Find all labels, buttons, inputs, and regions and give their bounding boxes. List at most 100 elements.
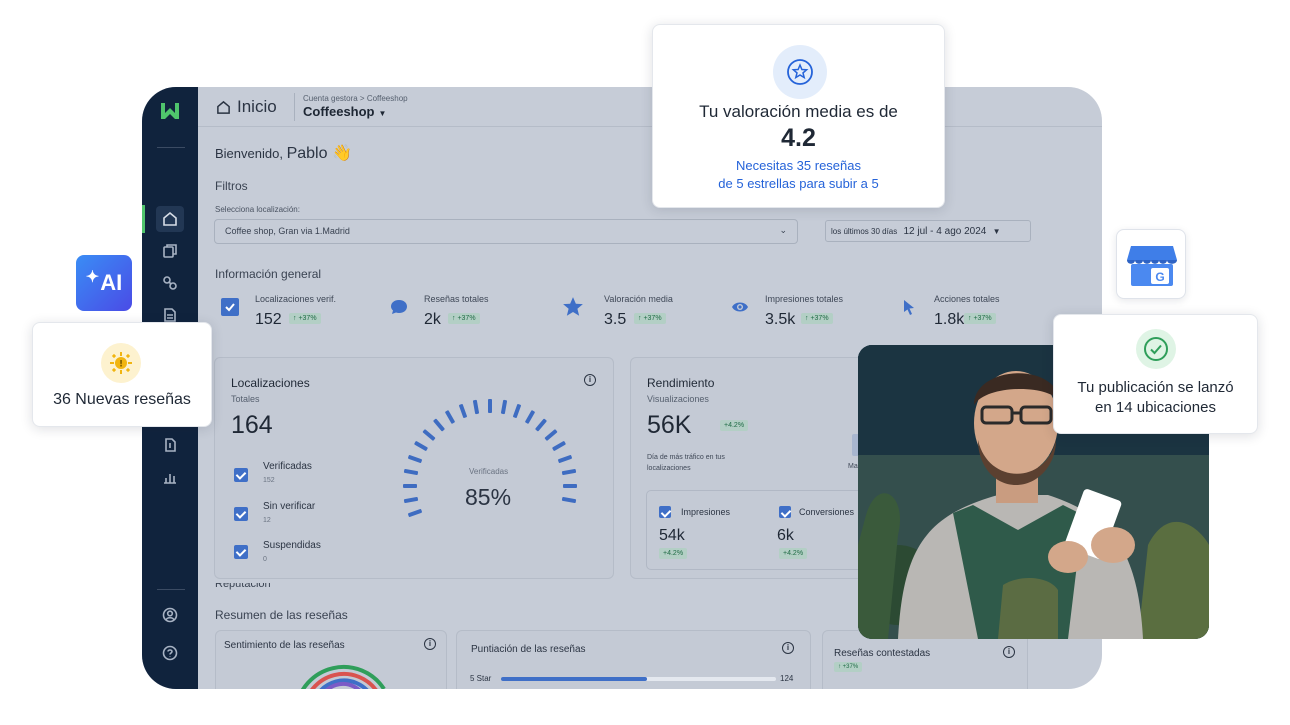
nav-link-icon[interactable] [160, 273, 180, 293]
sparkle-icon: ✦ [85, 269, 100, 286]
sentiment-card: Sentimiento de las reseñas i [215, 630, 447, 689]
metric-value: 54k [659, 527, 685, 544]
eye-icon [731, 298, 749, 316]
score-bar-track [501, 677, 776, 681]
metric-label: Impresiones [681, 507, 731, 517]
gauge-label: Verificadas [469, 467, 509, 476]
location-label: Selecciona localización: [215, 205, 300, 214]
welcome-message: Bienvenido, Pablo 👋 [215, 143, 352, 163]
location-select[interactable]: Coffee shop, Gran via 1.Madrid ⌄ [214, 219, 798, 244]
kpi-value: 3.5k [765, 311, 796, 328]
location-item-value: 152 [263, 477, 275, 484]
gauge-segment [403, 496, 419, 504]
checkbox-icon[interactable] [234, 545, 248, 559]
checkbox-icon[interactable] [779, 506, 791, 518]
filters-title: Filtros [215, 179, 248, 193]
sidebar-divider [157, 147, 185, 148]
nav-copies-icon[interactable] [160, 241, 180, 261]
verified-gauge [400, 398, 580, 558]
location-item-value: 12 [263, 517, 271, 524]
user-name: Pablo 👋 [286, 145, 352, 162]
caret-down-icon: ▼ [992, 227, 1001, 236]
answered-delta: ↑ +37% [834, 662, 863, 672]
kpi-verified-locations: Localizaciones verif. 152 ↑ +37% [221, 294, 361, 334]
promo-stage: Inicio Cuenta gestora > Coffeeshop Coffe… [0, 0, 1290, 725]
sun-badge: ! [101, 343, 141, 383]
gauge-segment [561, 468, 577, 476]
google-business-badge: G [1116, 229, 1186, 299]
traffic-note: Día de más tráfico en tus [647, 454, 725, 461]
sidebar-divider [157, 589, 185, 590]
checkbox-icon[interactable] [234, 468, 248, 482]
google-business-icon: G [1127, 246, 1177, 286]
gauge-segment [403, 468, 419, 476]
card-title: Localizaciones [231, 376, 310, 390]
info-icon[interactable]: i [782, 642, 794, 654]
kpi-value: 3.5 [604, 311, 627, 328]
star-badge [773, 45, 827, 99]
info-icon[interactable]: i [1003, 646, 1015, 658]
home-label: Inicio [237, 97, 277, 116]
nav-home-icon[interactable] [156, 206, 184, 232]
gauge-segment [544, 428, 558, 441]
gauge-segment [563, 484, 577, 488]
home-link[interactable]: Inicio [216, 97, 277, 117]
active-indicator [142, 205, 145, 233]
rating-hint-line: Necesitas 35 reseñas [735, 158, 861, 173]
weekday-label: Ma [848, 463, 858, 470]
chat-bubble-icon [390, 298, 408, 316]
gauge-segment [500, 399, 508, 415]
review-summary-title: Resumen de las reseñas [215, 608, 348, 622]
breadcrumb[interactable]: Cuenta gestora > Coffeeshop [303, 94, 408, 103]
topbar: Inicio Cuenta gestora > Coffeeshop Coffe… [198, 87, 1102, 127]
gauge-segment [413, 440, 428, 452]
gauge-segment [561, 496, 577, 504]
metric-value: 6k [777, 527, 794, 544]
general-info-title: Información general [215, 267, 322, 281]
rating-hint: Necesitas 35 reseñas de 5 estrellas para… [653, 157, 944, 193]
kpi-label: Valoración media [604, 294, 673, 304]
svg-text:G: G [1155, 270, 1164, 284]
checkbox-icon[interactable] [659, 506, 671, 518]
info-icon[interactable]: i [584, 374, 596, 386]
kpi-delta: ↑ +37% [448, 313, 480, 324]
kpi-label: Acciones totales [934, 294, 1000, 304]
kpi-delta: ↑ +37% [801, 313, 833, 324]
metric-delta: +4.2% [659, 548, 688, 559]
nav-analytics-icon[interactable] [160, 467, 180, 487]
info-icon[interactable]: i [424, 638, 436, 650]
kpi-actions: Acciones totales 1.8k ↑ +37% [900, 294, 1030, 334]
launch-popup: Tu publicación se lanzó en 14 ubicacione… [1053, 314, 1258, 434]
checkbox-icon[interactable] [234, 507, 248, 521]
ai-badge: ✦ AI [76, 255, 132, 311]
nav-profile-icon[interactable] [160, 605, 180, 625]
gauge-segment [407, 509, 423, 518]
star-icon [562, 296, 584, 318]
gauge-segment [524, 409, 536, 424]
nav-file-icon[interactable] [160, 435, 180, 455]
metric-delta: +4.2% [779, 548, 808, 559]
kpi-value: 2k [424, 311, 441, 328]
chevron-down-icon: ⌄ [779, 225, 787, 235]
launch-line: Tu publicación se lanzó [1077, 379, 1234, 396]
card-title: Rendimiento [647, 376, 715, 390]
locations-card: Localizaciones Totales 164 i Verificadas… [214, 357, 614, 579]
brand-logo-icon [161, 103, 179, 119]
score-row-label: 5 Star [470, 674, 492, 683]
location-value: Coffee shop, Gran via 1.Madrid [225, 226, 350, 236]
gauge-segment [488, 399, 492, 413]
topbar-divider [294, 93, 295, 121]
kpi-avg-rating: Valoración media 3.5 ↑ +37% [562, 294, 702, 334]
location-item-label: Verificadas [263, 461, 312, 472]
date-range-picker[interactable]: los últimos 30 días 12 jul - 4 ago 2024 … [825, 220, 1031, 242]
store-selector[interactable]: Coffeeshop ▼ [303, 104, 386, 119]
score-bar-fill [501, 677, 647, 681]
launch-line: en 14 ubicaciones [1095, 399, 1216, 416]
metrics-box: Impresiones 54k +4.2% Conversiones 6k +4… [646, 490, 886, 570]
location-item-label: Suspendidas [263, 540, 321, 551]
gauge-segment [472, 399, 480, 415]
views-delta: +4.2% [720, 420, 749, 431]
gauge-segment [458, 403, 467, 419]
nav-help-icon[interactable] [160, 643, 180, 663]
date-prefix: los últimos 30 días [831, 227, 898, 236]
